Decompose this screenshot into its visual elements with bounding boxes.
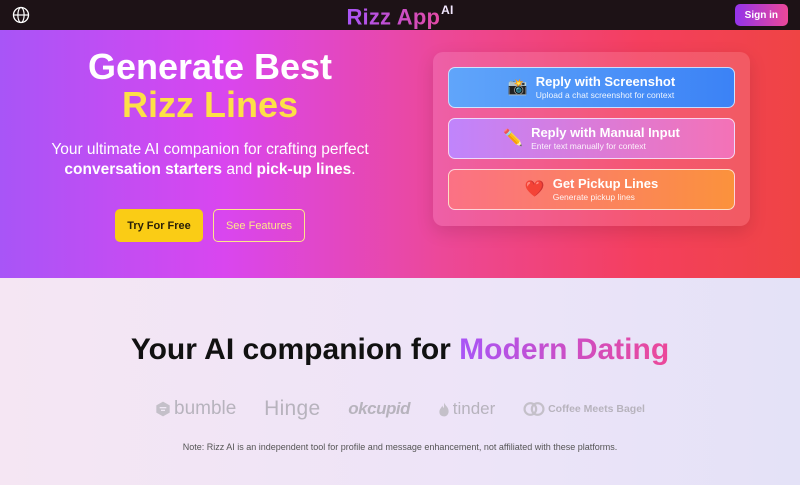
hinge-wordmark: Hinge <box>264 397 321 420</box>
card-text: Get Pickup Lines Generate pickup lines <box>553 176 658 203</box>
top-nav: Rizz AppAI Sign in <box>0 0 800 30</box>
pencil-icon: ✏️ <box>503 129 524 147</box>
platforms-section: Your AI companion for Modern Dating bumb… <box>0 278 800 485</box>
subtitle-emphasis-2: pick-up lines <box>256 161 352 178</box>
tinder-logo: tinder <box>438 399 496 419</box>
hero-section: Generate Best Rizz Lines Your ultimate A… <box>0 30 800 278</box>
try-for-free-button[interactable]: Try For Free <box>115 209 203 242</box>
hero-copy: Generate Best Rizz Lines Your ultimate A… <box>40 48 380 242</box>
card-title: Get Pickup Lines <box>552 176 659 191</box>
globe-icon[interactable] <box>12 6 30 24</box>
hexagon-icon <box>156 401 170 417</box>
flame-icon <box>439 402 449 416</box>
subtitle-emphasis-1: conversation starters <box>64 161 223 178</box>
options-panel: 📸 Reply with Screenshot Upload a chat sc… <box>433 52 750 226</box>
bumble-wordmark: bumble <box>174 398 237 419</box>
cta-group: Try For Free See Features <box>40 209 380 242</box>
hero-title-line1: Generate Best <box>87 46 333 87</box>
sign-in-button[interactable]: Sign in <box>734 4 788 26</box>
card-description: Enter text manually for context <box>531 141 646 151</box>
okcupid-logo: okcupid <box>348 399 410 419</box>
subtitle-text: Your ultimate AI companion for crafting … <box>51 141 369 158</box>
reply-with-screenshot-card[interactable]: 📸 Reply with Screenshot Upload a chat sc… <box>448 67 735 108</box>
see-features-button[interactable]: See Features <box>213 209 305 242</box>
bagel-icon <box>523 402 545 416</box>
tinder-wordmark: tinder <box>452 399 496 418</box>
brand-name: Rizz App <box>346 4 441 30</box>
hero-subtitle: Your ultimate AI companion for crafting … <box>40 140 380 180</box>
card-title: Reply with Screenshot <box>535 74 676 89</box>
brand-superscript: AI <box>441 3 454 18</box>
subtitle-and: and <box>222 161 257 178</box>
bumble-logo: bumble <box>155 398 236 420</box>
card-title: Reply with Manual Input <box>531 125 680 140</box>
okcupid-wordmark: okcupid <box>348 399 410 418</box>
card-text: Reply with Manual Input Enter text manua… <box>531 125 680 152</box>
cmb-wordmark: Coffee Meets Bagel <box>548 403 645 415</box>
coffee-meets-bagel-logo: Coffee Meets Bagel <box>523 401 645 417</box>
hinge-logo: Hinge <box>264 397 320 421</box>
hero-title-line2: Rizz Lines <box>121 84 299 125</box>
card-text: Reply with Screenshot Upload a chat scre… <box>536 74 675 101</box>
disclaimer-note: Note: Rizz AI is an independent tool for… <box>182 442 618 452</box>
heading-accent: Modern Dating <box>459 333 670 366</box>
heart-icon: ❤️ <box>524 180 545 198</box>
platforms-heading: Your AI companion for Modern Dating <box>0 333 800 367</box>
brand-logo[interactable]: Rizz AppAI <box>346 0 453 33</box>
card-description: Upload a chat screenshot for context <box>535 90 675 100</box>
card-description: Generate pickup lines <box>552 192 635 202</box>
heading-plain: Your AI companion for <box>130 333 460 366</box>
camera-icon: 📸 <box>507 78 528 96</box>
reply-with-manual-input-card[interactable]: ✏️ Reply with Manual Input Enter text ma… <box>448 118 735 159</box>
get-pickup-lines-card[interactable]: ❤️ Get Pickup Lines Generate pickup line… <box>448 169 735 210</box>
platform-logos: bumble Hinge okcupid tinder Coffee Meets… <box>155 397 645 421</box>
subtitle-end: . <box>351 161 356 178</box>
